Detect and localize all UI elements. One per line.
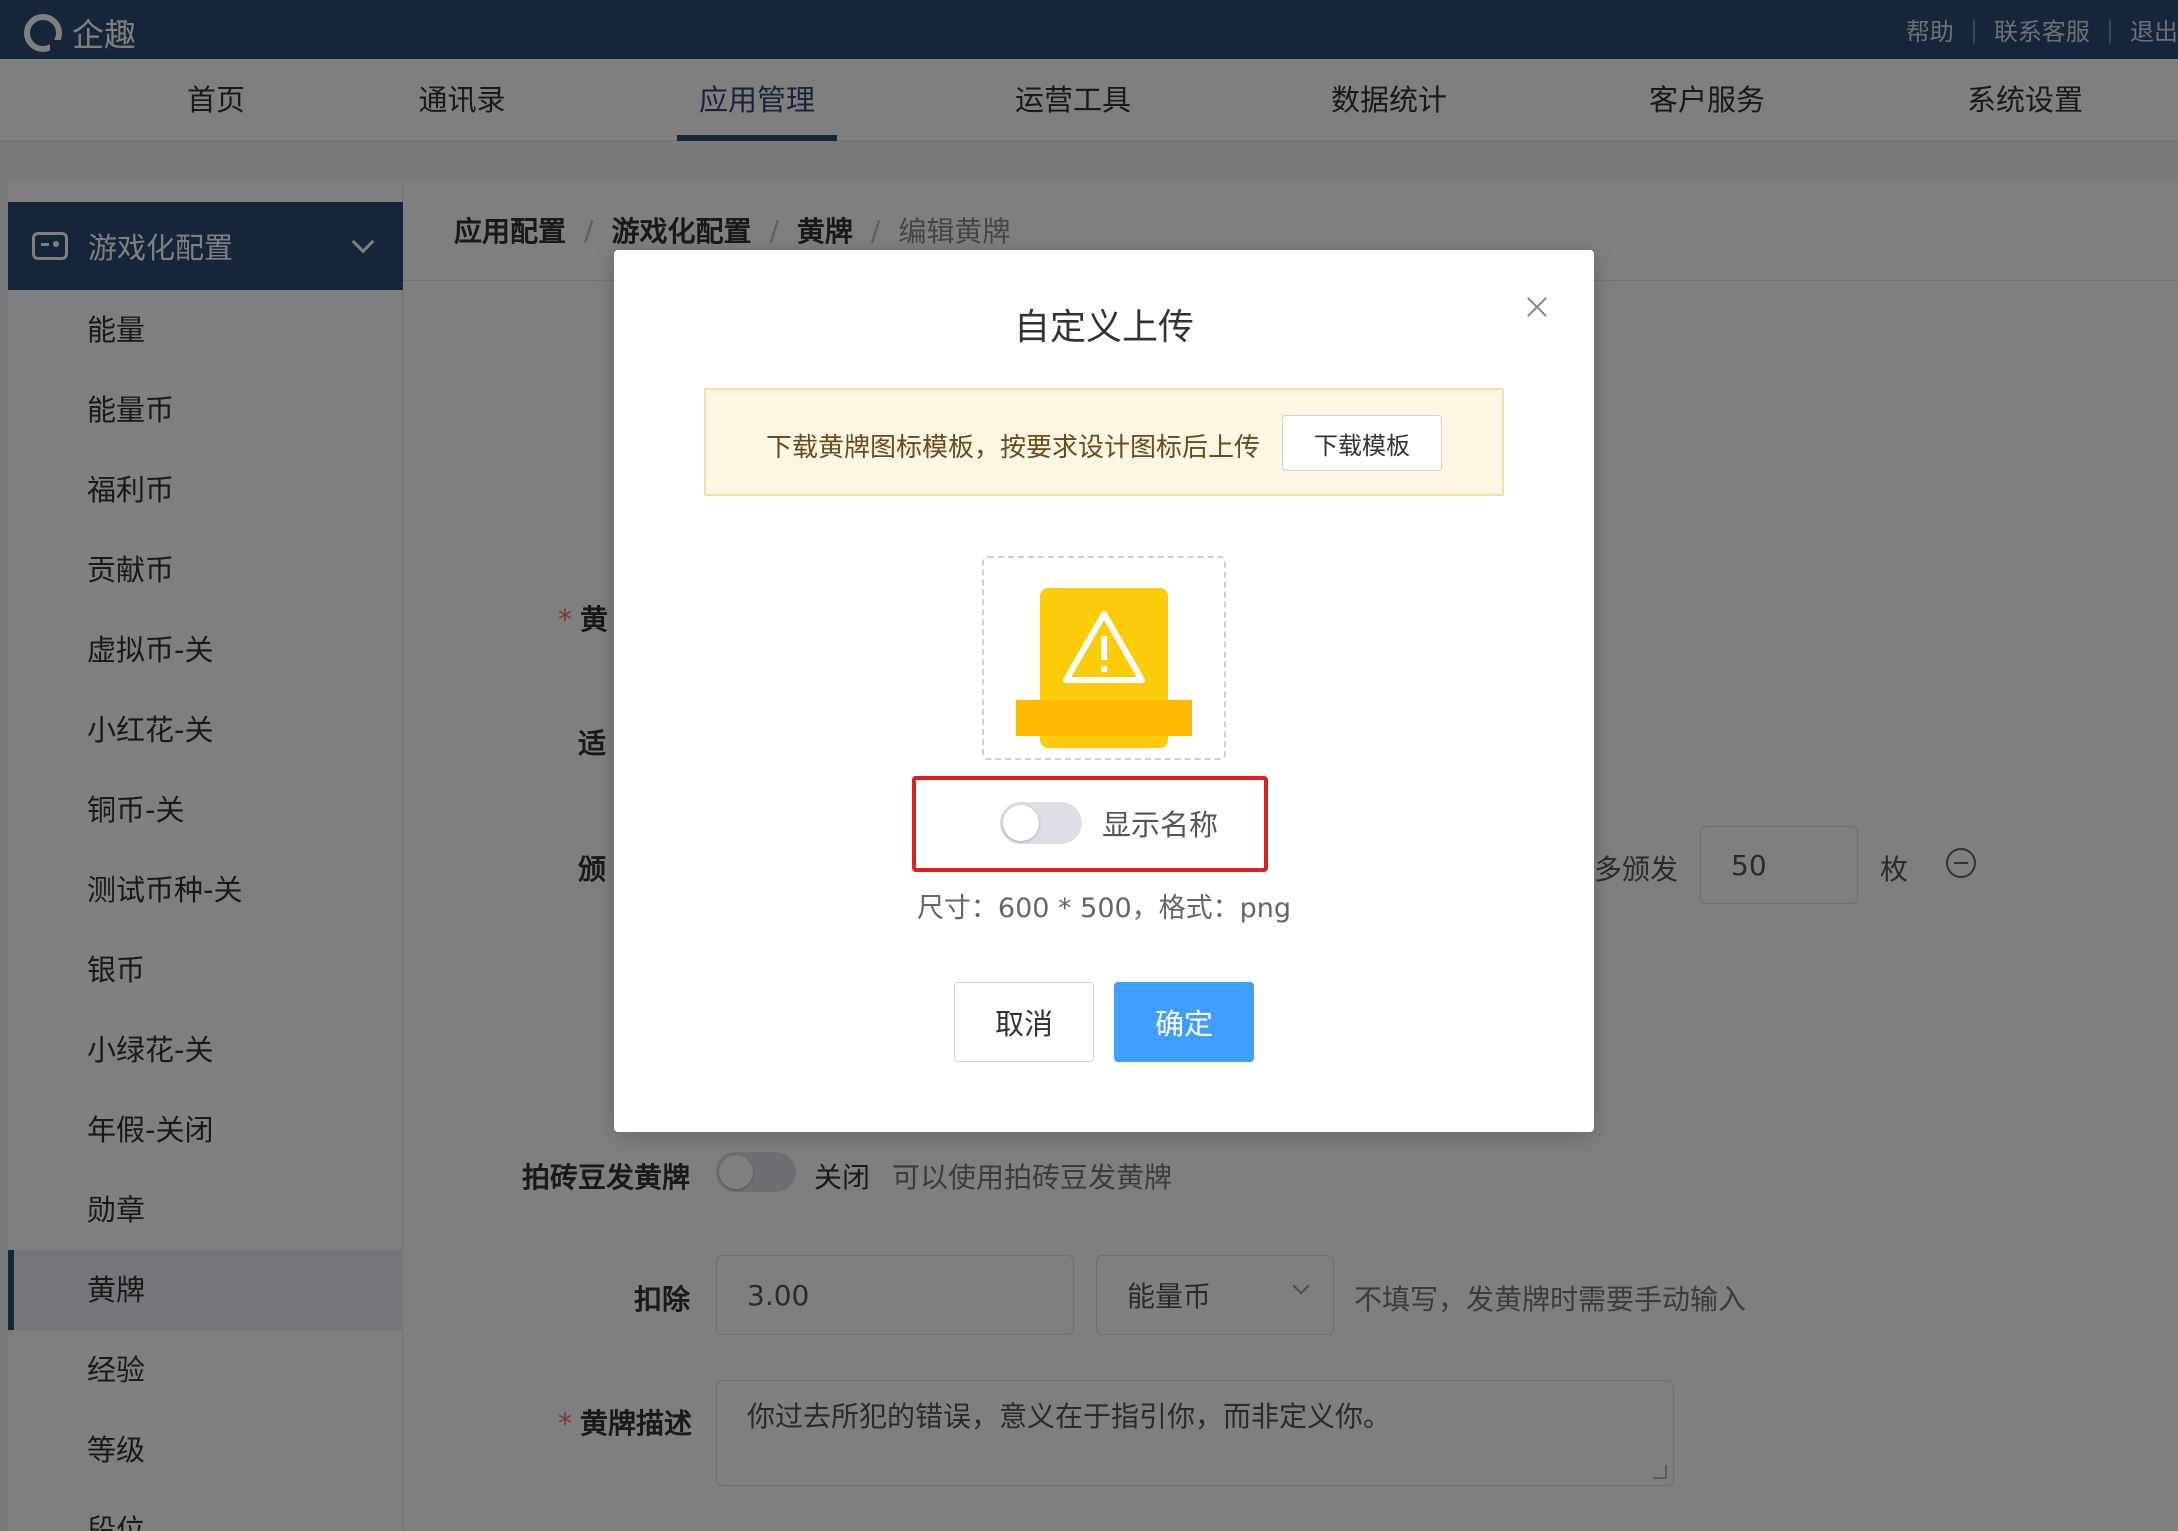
download-template-button[interactable]: 下载模板 — [1282, 415, 1442, 471]
show-name-highlight: 显示名称 — [912, 776, 1268, 872]
notice-text: 下载黄牌图标模板，按要求设计图标后上传 — [766, 433, 1261, 463]
close-icon[interactable] — [1524, 294, 1550, 320]
warning-icon — [1063, 611, 1145, 683]
yellow-card-preview — [1016, 588, 1192, 748]
cancel-button[interactable]: 取消 — [954, 982, 1094, 1062]
toggle-knob — [1003, 805, 1039, 841]
template-notice: 下载黄牌图标模板，按要求设计图标后上传 下载模板 — [704, 388, 1504, 496]
size-hint: 尺寸：600 * 500，格式：png — [916, 893, 1292, 924]
show-name-toggle[interactable] — [1000, 802, 1082, 844]
show-name-label: 显示名称 — [1102, 808, 1219, 842]
confirm-button[interactable]: 确定 — [1114, 982, 1254, 1062]
icon-upload-area[interactable] — [982, 556, 1226, 760]
yellow-card-band — [1016, 700, 1192, 736]
custom-upload-dialog: 自定义上传 下载黄牌图标模板，按要求设计图标后上传 下载模板 显示名称 尺寸：6… — [614, 250, 1594, 1132]
dialog-title: 自定义上传 — [1013, 307, 1194, 348]
